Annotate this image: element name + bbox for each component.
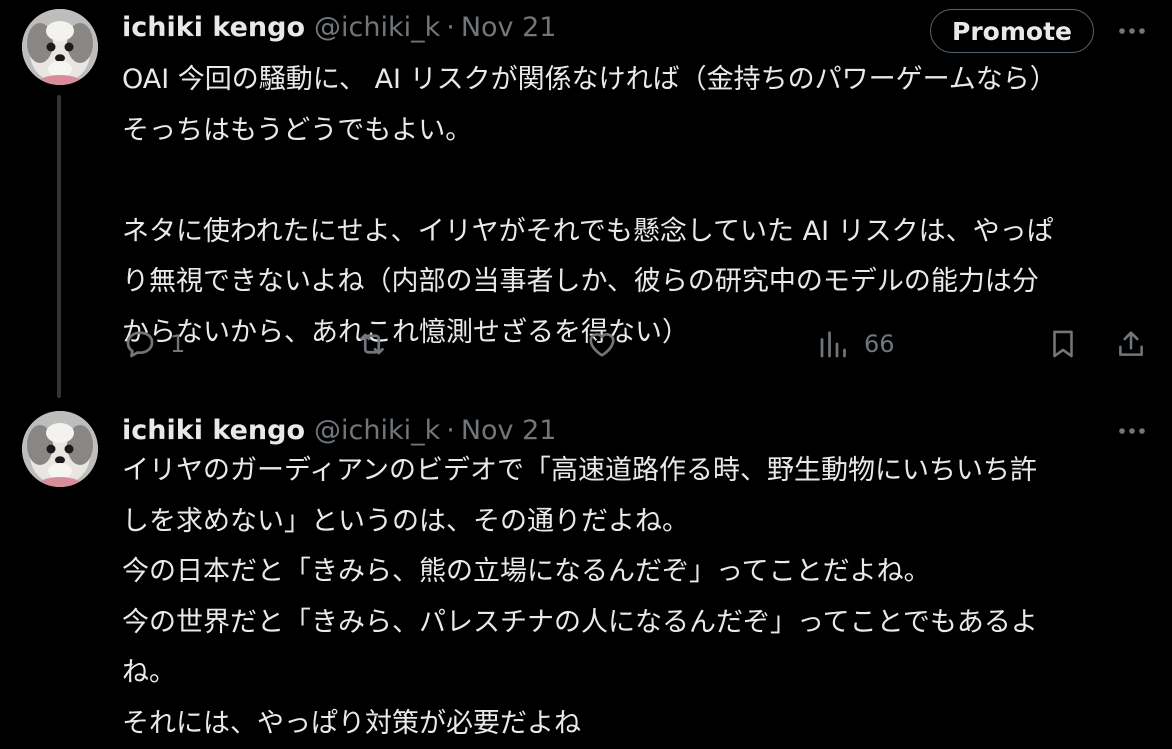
dog-avatar-image [22, 9, 98, 85]
views-button[interactable]: 66 [816, 322, 895, 366]
avatar[interactable] [22, 9, 98, 85]
heart-icon [584, 326, 620, 362]
tweet[interactable]: ichiki kengo @ichiki_k · Nov 21 イリヤのガーディ… [0, 400, 1172, 709]
author-display-name[interactable]: ichiki kengo [122, 12, 305, 43]
share-button[interactable] [1114, 322, 1148, 366]
tweet-text-line: ね。 [122, 648, 1152, 699]
retweet-icon [354, 326, 390, 362]
tweet-text-line: OAI 今回の騒動に、 AI リスクが関係なければ（金持ちのパワーゲームなら） [122, 55, 1152, 106]
share-icon [1114, 326, 1148, 362]
reply-button[interactable]: 1 [122, 322, 185, 366]
tweet-text-line: 今の世界だと「きみら、パレスチナの人になるんだぞ」ってことでもあるよ [122, 598, 1152, 649]
promote-button[interactable]: Promote [930, 9, 1094, 53]
tweet-text-line: ネタに使われたにせよ、イリヤがそれでも懸念していた AI リスクは、やっぱ [122, 207, 1152, 258]
tweet-text-line: そっちはもうどうでもよい。 [122, 106, 1152, 157]
avatar[interactable] [22, 411, 98, 487]
bookmark-icon [1046, 326, 1080, 362]
author-handle[interactable]: @ichiki_k [314, 12, 440, 43]
author-handle[interactable]: @ichiki_k [314, 415, 440, 446]
more-button[interactable] [1112, 416, 1152, 446]
retweet-button[interactable] [354, 322, 390, 366]
tweet-date[interactable]: Nov 21 [461, 12, 557, 43]
tweet-text-line: それには、やっぱり対策が必要だよね [122, 699, 1152, 749]
more-icon [1118, 427, 1146, 435]
views-icon [816, 326, 852, 362]
tweet-date[interactable]: Nov 21 [461, 415, 557, 446]
reply-count: 1 [170, 330, 185, 358]
reply-icon [122, 326, 158, 362]
more-button[interactable] [1112, 16, 1152, 46]
tweet-text-line: イリヤのガーディアンのビデオで「高速道路作る時、野生動物にいちいち許 [122, 446, 1152, 497]
bookmark-button[interactable] [1046, 322, 1080, 366]
tweet-text-line: り無視できないよね（内部の当事者しか、彼らの研究中のモデルの能力は分 [122, 257, 1152, 308]
tweet-text-line: しを求めない」というのは、その通りだよね。 [122, 497, 1152, 548]
separator-dot: · [446, 12, 455, 43]
tweet-header: ichiki kengo @ichiki_k · Nov 21 [122, 9, 556, 45]
dog-avatar-image [22, 411, 98, 487]
more-icon [1118, 27, 1146, 35]
tweet-text: イリヤのガーディアンのビデオで「高速道路作る時、野生動物にいちいち許 しを求めな… [122, 446, 1152, 749]
views-count: 66 [864, 330, 895, 358]
author-display-name[interactable]: ichiki kengo [122, 415, 305, 446]
tweet[interactable]: ichiki kengo @ichiki_k · Nov 21 Promote … [0, 0, 1172, 400]
like-button[interactable] [584, 322, 620, 366]
tweet-actions-bar: 1 66 [0, 322, 1172, 366]
tweet-text: OAI 今回の騒動に、 AI リスクが関係なければ（金持ちのパワーゲームなら） … [122, 55, 1152, 358]
tweet-text-line: 今の日本だと「きみら、熊の立場になるんだぞ」ってことだよね。 [122, 547, 1152, 598]
separator-dot: · [446, 415, 455, 446]
tweet-header: ichiki kengo @ichiki_k · Nov 21 [122, 412, 556, 448]
tweet-text-blank-line [122, 156, 1152, 207]
